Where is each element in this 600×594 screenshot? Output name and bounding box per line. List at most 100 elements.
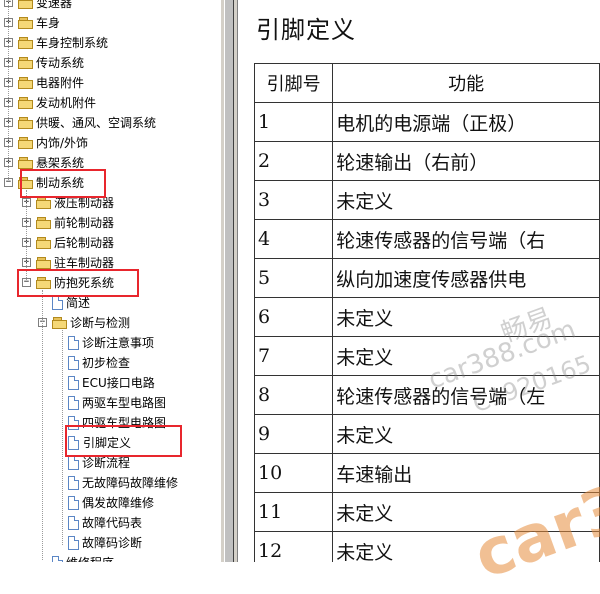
table-row: 9 未定义 xyxy=(253,414,600,454)
tree-item[interactable]: − 诊断与检测 xyxy=(0,313,220,333)
tree-item[interactable]: + 供暖、通风、空调系统 xyxy=(0,113,220,133)
document-icon xyxy=(68,496,79,510)
folder-icon xyxy=(18,157,34,169)
table-header-row: 引脚号 功能 xyxy=(253,63,600,103)
tree-item[interactable]: 无故障码故障维修 xyxy=(0,473,220,493)
pin-function-cell: 轮速传感器的信号端（左 xyxy=(332,375,600,415)
folder-icon xyxy=(18,57,34,69)
folder-icon xyxy=(36,257,52,269)
table-row: 12 未定义 xyxy=(253,531,600,562)
pin-number-cell: 6 xyxy=(253,297,334,337)
tree-item-label: 故障码诊断 xyxy=(82,536,143,550)
tree-guide-line xyxy=(42,290,43,560)
tree-item-label: 诊断与检测 xyxy=(70,316,131,330)
tree-item-label: 诊断注意事项 xyxy=(82,336,155,350)
pin-function-cell: 轮速传感器的信号端（右 xyxy=(332,219,600,259)
pin-number-cell: 9 xyxy=(253,414,334,454)
document-icon xyxy=(68,376,79,390)
tree-item-label: 电器附件 xyxy=(36,76,85,90)
table-row: 4 轮速传感器的信号端（右 xyxy=(253,219,600,259)
pin-function-cell: 未定义 xyxy=(332,531,600,562)
tree-scrollbar[interactable] xyxy=(220,0,238,562)
folder-icon xyxy=(18,77,34,89)
document-icon xyxy=(68,516,79,530)
pin-function-cell: 轮速输出（右前） xyxy=(332,141,600,181)
table-row: 7 未定义 xyxy=(253,336,600,376)
tree-item[interactable]: + 传动系统 xyxy=(0,53,220,73)
tree-item[interactable]: + 车身控制系统 xyxy=(0,33,220,53)
tree-item[interactable]: 偶发故障维修 xyxy=(0,493,220,513)
tree-item[interactable]: + 后轮制动器 xyxy=(0,233,220,253)
tree-item[interactable]: 两驱车型电路图 xyxy=(0,393,220,413)
folder-icon xyxy=(18,37,34,49)
tree-item[interactable]: + 前轮制动器 xyxy=(0,213,220,233)
pin-function-cell: 电机的电源端（正极） xyxy=(332,102,600,142)
tree-guide-line xyxy=(8,0,9,180)
tree-item-label: 前轮制动器 xyxy=(54,216,115,230)
document-icon xyxy=(52,556,63,562)
tree-item-label: 车身控制系统 xyxy=(36,36,109,50)
tree-item-label: 车身 xyxy=(36,16,61,30)
tree-item[interactable]: 故障码诊断 xyxy=(0,533,220,553)
tree-item-label: ECU接口电路 xyxy=(82,376,155,390)
tree-item-label: 传动系统 xyxy=(36,56,85,70)
table-row: 3 未定义 xyxy=(253,180,600,220)
pin-number-cell: 1 xyxy=(253,102,334,142)
tree-item-label: 无故障码故障维修 xyxy=(82,476,179,490)
pin-number-cell: 12 xyxy=(253,531,334,562)
table-row: 10 车速输出 xyxy=(253,453,600,493)
tree-item-label: 后轮制动器 xyxy=(54,236,115,250)
document-icon xyxy=(68,336,79,350)
document-icon xyxy=(68,536,79,550)
folder-icon xyxy=(36,237,52,249)
document-icon xyxy=(68,396,79,410)
tree-item-label: 两驱车型电路图 xyxy=(82,396,167,410)
table-row: 5 纵向加速度传感器供电 xyxy=(253,258,600,298)
tree-guide-line xyxy=(26,190,27,280)
pin-number-cell: 3 xyxy=(253,180,334,220)
table-body: 1 电机的电源端（正极） 2 轮速输出（右前） 3 未定义 4 轮速传感器的信号端（右 5 纵向加… xyxy=(253,102,600,562)
table-row: 6 未定义 xyxy=(253,297,600,337)
document-icon xyxy=(68,476,79,490)
tree-item[interactable]: 诊断注意事项 xyxy=(0,333,220,353)
scrollbar-track[interactable] xyxy=(224,0,234,562)
table-row: 2 轮速输出（右前） xyxy=(253,141,600,181)
tree-item[interactable]: + 内饰/外饰 xyxy=(0,133,220,153)
tree-item-label: 发动机附件 xyxy=(36,96,97,110)
tree-item[interactable]: + 发动机附件 xyxy=(0,93,220,113)
tree-item-label: 变速器 xyxy=(36,0,73,10)
tree-item[interactable]: 故障代码表 xyxy=(0,513,220,533)
highlight-box-pin-definition xyxy=(65,425,182,457)
folder-icon xyxy=(36,197,52,209)
pin-function-cell: 车速输出 xyxy=(332,453,600,493)
folder-open-icon xyxy=(52,317,68,329)
pin-function-cell: 未定义 xyxy=(332,297,600,337)
folder-icon xyxy=(36,217,52,229)
tree-item-label: 维修程序 xyxy=(66,553,114,562)
tree-item[interactable]: 维修程序 xyxy=(0,553,220,562)
document-icon xyxy=(68,456,79,470)
pin-function-cell: 未定义 xyxy=(332,336,600,376)
table-row: 8 轮速传感器的信号端（左 xyxy=(253,375,600,415)
tree-item[interactable]: + 变速器 xyxy=(0,0,220,13)
tree-item[interactable]: + 车身 xyxy=(0,13,220,33)
pin-number-cell: 7 xyxy=(253,336,334,376)
pin-number-cell: 11 xyxy=(253,492,334,532)
pin-number-cell: 5 xyxy=(253,258,334,298)
document-icon xyxy=(68,356,79,370)
tree-item[interactable]: ECU接口电路 xyxy=(0,373,220,393)
highlight-box-braking-system xyxy=(20,169,106,198)
tree-item-label: 偶发故障维修 xyxy=(82,496,155,510)
content-pane: 引脚定义 引脚号 功能 1 电机的电源端（正极） 2 轮速输出（右前） 3 未定义 4 轮速传… xyxy=(238,0,600,562)
pin-function-cell: 未定义 xyxy=(332,414,600,454)
tree-item-label: 初步检查 xyxy=(82,356,131,370)
table-row: 11 未定义 xyxy=(253,492,600,532)
tree-item[interactable]: + 电器附件 xyxy=(0,73,220,93)
folder-icon xyxy=(18,117,34,129)
tree-item-label: 供暖、通风、空调系统 xyxy=(36,116,157,130)
folder-icon xyxy=(18,0,34,9)
column-header-pin: 引脚号 xyxy=(253,63,334,103)
tree-item[interactable]: 初步检查 xyxy=(0,353,220,373)
document-icon xyxy=(52,296,63,310)
folder-icon xyxy=(18,17,34,29)
